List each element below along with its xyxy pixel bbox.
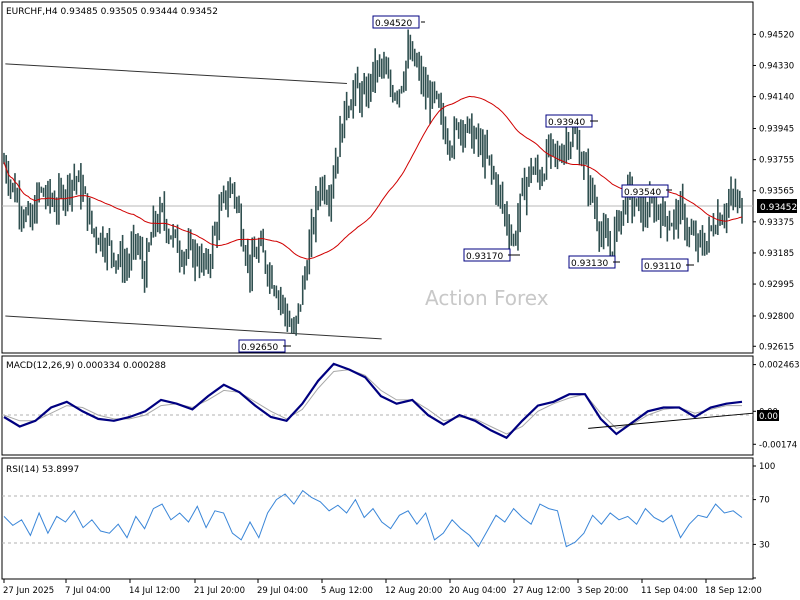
time-tick-label: 14 Jul 12:00 (129, 586, 180, 596)
price-tick-label: 0.93185 (759, 249, 794, 259)
macd-tick-label: -0.00174 (759, 440, 797, 450)
macd-title: MACD(12,26,9) 0.000334 0.000288 (6, 361, 166, 371)
price-tick-label: 0.92800 (759, 312, 794, 322)
time-tick-label: 5 Aug 12:00 (321, 586, 373, 596)
macd-tick-label: 0.002463 (759, 361, 800, 371)
price-tick-label: 0.93565 (759, 187, 794, 197)
time-tick-label: 11 Sep 04:00 (641, 586, 698, 596)
price-chart-title: EURCHF,H4 0.93485 0.93505 0.93444 0.9345… (6, 7, 218, 17)
time-tick-label: 21 Jul 20:00 (194, 586, 245, 596)
current-price-label: 0.93452 (757, 199, 797, 213)
price-panel (1, 1, 754, 354)
time-tick-label: 18 Sep 12:00 (705, 586, 762, 596)
price-tick-label: 0.92615 (759, 342, 794, 352)
price-tick-label: 0.92995 (759, 280, 794, 290)
macd-current-markers: 0.00 (757, 410, 779, 422)
time-tick-label: 7 Jul 04:00 (65, 586, 111, 596)
price-tick-label: 0.93755 (759, 156, 794, 166)
macd-marker-value: 0.00 (759, 412, 778, 422)
time-tick-label: 27 Jun 2025 (3, 586, 54, 596)
time-tick-label: 27 Aug 12:00 (513, 586, 570, 596)
rsi-axis: 100 70 30 (753, 462, 775, 579)
time-tick-label: 29 Jul 04:00 (257, 586, 308, 596)
rsi-tick-label: 70 (759, 496, 770, 506)
rsi-tick-label: 100 (759, 462, 775, 472)
time-tick-label: 20 Aug 04:00 (449, 586, 506, 596)
price-tick-label: 0.94520 (759, 30, 794, 40)
time-tick-label: 3 Sep 20:00 (577, 586, 628, 596)
current-price-value: 0.93452 (760, 203, 797, 213)
time-axis: 27 Jun 2025 7 Jul 04:00 14 Jul 12:00 21 Jul… (3, 579, 762, 596)
annotation-label: 0.93130 (571, 259, 608, 269)
rsi-tick-label: 30 (759, 540, 770, 550)
annotation-label: 0.93940 (548, 118, 585, 128)
rsi-title: RSI(14) 53.8997 (6, 465, 79, 475)
annotation-label: 0.92650 (241, 343, 278, 353)
price-tick-label: 0.94140 (759, 93, 794, 103)
macd-axis: 0.002463 0.00 -0.00174 (753, 361, 800, 450)
price-axis: 0.94520 0.94330 0.94140 0.93945 0.93755 0.935… (753, 30, 794, 352)
price-tick-label: 0.94330 (759, 61, 794, 71)
watermark: Action Forex (425, 286, 549, 310)
price-tick-label: 0.93945 (759, 125, 794, 135)
annotation-label: 0.93170 (466, 252, 503, 262)
trading-chart[interactable]: Action Forex 0.94520 0.94330 0.94140 0.9394… (0, 0, 800, 600)
price-tick-label: 0.93375 (759, 218, 794, 228)
time-tick-label: 12 Aug 20:00 (385, 586, 442, 596)
annotation-label: 0.93540 (624, 188, 661, 198)
annotation-label: 0.93110 (644, 262, 681, 272)
annotation-label: 0.94520 (375, 19, 412, 29)
